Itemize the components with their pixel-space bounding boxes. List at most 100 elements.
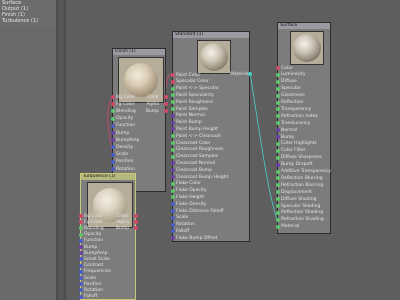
input-port[interactable] bbox=[276, 155, 280, 160]
input-label: Paint Specularity bbox=[176, 92, 214, 98]
node-title[interactable]: Surface bbox=[278, 23, 330, 29]
input-port[interactable] bbox=[79, 251, 83, 256]
input-port[interactable] bbox=[276, 93, 280, 98]
input-port[interactable] bbox=[171, 141, 175, 145]
input-label: Rotation bbox=[84, 287, 103, 293]
input-port[interactable] bbox=[171, 127, 175, 132]
input-port[interactable] bbox=[79, 232, 83, 237]
input-port[interactable] bbox=[276, 121, 280, 126]
input-port[interactable] bbox=[276, 169, 280, 174]
input-port[interactable] bbox=[171, 168, 175, 173]
input-port[interactable] bbox=[171, 161, 175, 166]
input-port[interactable] bbox=[276, 100, 280, 105]
input-port[interactable] bbox=[111, 159, 115, 164]
node-finish[interactable]: Finish (1) Bg Color Fg Color Blending Opaci… bbox=[111, 48, 168, 192]
input-label: Material bbox=[281, 224, 300, 230]
output-label: Color bbox=[117, 213, 129, 219]
input-port[interactable] bbox=[171, 236, 175, 241]
input-port[interactable] bbox=[171, 222, 175, 227]
material-output-port[interactable] bbox=[248, 72, 252, 76]
node-title[interactable]: Turbulence (1) bbox=[81, 174, 135, 180]
input-port[interactable] bbox=[79, 294, 83, 299]
input-port[interactable] bbox=[171, 73, 175, 77]
input-port[interactable] bbox=[276, 176, 280, 181]
input-port[interactable] bbox=[171, 113, 175, 118]
input-port[interactable] bbox=[171, 93, 175, 98]
input-port[interactable] bbox=[171, 175, 175, 179]
input-port[interactable] bbox=[171, 107, 175, 111]
input-port[interactable] bbox=[276, 141, 280, 146]
input-port[interactable] bbox=[276, 224, 280, 229]
input-label: Flake Color bbox=[176, 181, 201, 187]
input-port[interactable] bbox=[79, 245, 83, 249]
input-port[interactable] bbox=[276, 114, 280, 119]
input-label: Diffuse Sharpness bbox=[281, 155, 322, 161]
input-port[interactable] bbox=[171, 120, 175, 125]
node-turbulence[interactable]: Turbulence (1) Bg Color Fg Color Blending O… bbox=[79, 173, 138, 300]
input-label: Normal bbox=[281, 127, 298, 133]
input-port[interactable] bbox=[111, 152, 115, 157]
input-label: Reflection bbox=[281, 100, 304, 105]
input-port[interactable] bbox=[276, 217, 280, 222]
input-port[interactable] bbox=[171, 86, 175, 91]
input-port[interactable] bbox=[79, 214, 83, 218]
input-port[interactable] bbox=[276, 210, 280, 215]
input-port[interactable] bbox=[171, 188, 175, 193]
output-port[interactable] bbox=[134, 214, 138, 218]
input-port[interactable] bbox=[276, 86, 280, 91]
input-port[interactable] bbox=[276, 148, 280, 153]
input-port[interactable] bbox=[276, 162, 280, 167]
input-port[interactable] bbox=[276, 128, 280, 133]
output-port[interactable] bbox=[164, 95, 168, 99]
input-port[interactable] bbox=[171, 215, 175, 220]
input-port[interactable] bbox=[276, 197, 280, 202]
input-label: Specular bbox=[281, 86, 301, 92]
input-port[interactable] bbox=[171, 181, 175, 186]
input-port[interactable] bbox=[276, 66, 280, 70]
input-port[interactable] bbox=[79, 288, 83, 293]
input-port[interactable] bbox=[276, 204, 280, 208]
node-standard[interactable]: Standard (1) Material Paint Color Specula… bbox=[171, 31, 252, 242]
input-port[interactable] bbox=[111, 138, 115, 143]
input-port[interactable] bbox=[79, 226, 83, 231]
input-port[interactable] bbox=[276, 107, 280, 112]
input-label: Small Scale bbox=[84, 256, 111, 262]
input-port[interactable] bbox=[171, 147, 175, 152]
input-port[interactable] bbox=[79, 269, 83, 274]
input-port[interactable] bbox=[171, 79, 175, 84]
node-title[interactable]: Standard (1) bbox=[173, 32, 249, 38]
input-port[interactable] bbox=[111, 131, 115, 135]
node-preview bbox=[197, 40, 231, 74]
input-port[interactable] bbox=[276, 190, 280, 195]
input-port[interactable] bbox=[111, 123, 115, 128]
input-port[interactable] bbox=[171, 154, 175, 159]
node-surface[interactable]: Surface Color Luminosity Diffuse Specular Gl… bbox=[276, 22, 331, 234]
input-port[interactable] bbox=[111, 109, 115, 114]
input-port[interactable] bbox=[111, 145, 115, 150]
input-port[interactable] bbox=[79, 276, 83, 280]
input-port[interactable] bbox=[171, 229, 175, 234]
input-port[interactable] bbox=[111, 95, 115, 99]
input-port[interactable] bbox=[276, 135, 280, 139]
input-port[interactable] bbox=[79, 220, 83, 225]
input-port[interactable] bbox=[171, 202, 175, 207]
input-port[interactable] bbox=[171, 134, 175, 139]
input-port[interactable] bbox=[171, 195, 175, 200]
input-label: Paint Bump Height bbox=[176, 126, 219, 132]
input-port[interactable] bbox=[171, 209, 175, 213]
input-port[interactable] bbox=[111, 116, 115, 121]
input-label: Refraction Blurring bbox=[281, 182, 324, 188]
input-label: Paint <-> Specular bbox=[176, 86, 219, 92]
input-port[interactable] bbox=[276, 72, 280, 77]
input-label: Flake Density bbox=[176, 201, 207, 207]
input-port[interactable] bbox=[276, 79, 280, 84]
node-title[interactable]: Finish (1) bbox=[113, 49, 165, 55]
input-port[interactable] bbox=[79, 263, 83, 268]
input-port[interactable] bbox=[111, 102, 115, 107]
input-port[interactable] bbox=[171, 100, 175, 105]
input-port[interactable] bbox=[79, 238, 83, 243]
input-port[interactable] bbox=[276, 183, 280, 188]
input-port[interactable] bbox=[79, 257, 83, 262]
input-port[interactable] bbox=[79, 282, 83, 287]
input-port[interactable] bbox=[111, 167, 115, 171]
